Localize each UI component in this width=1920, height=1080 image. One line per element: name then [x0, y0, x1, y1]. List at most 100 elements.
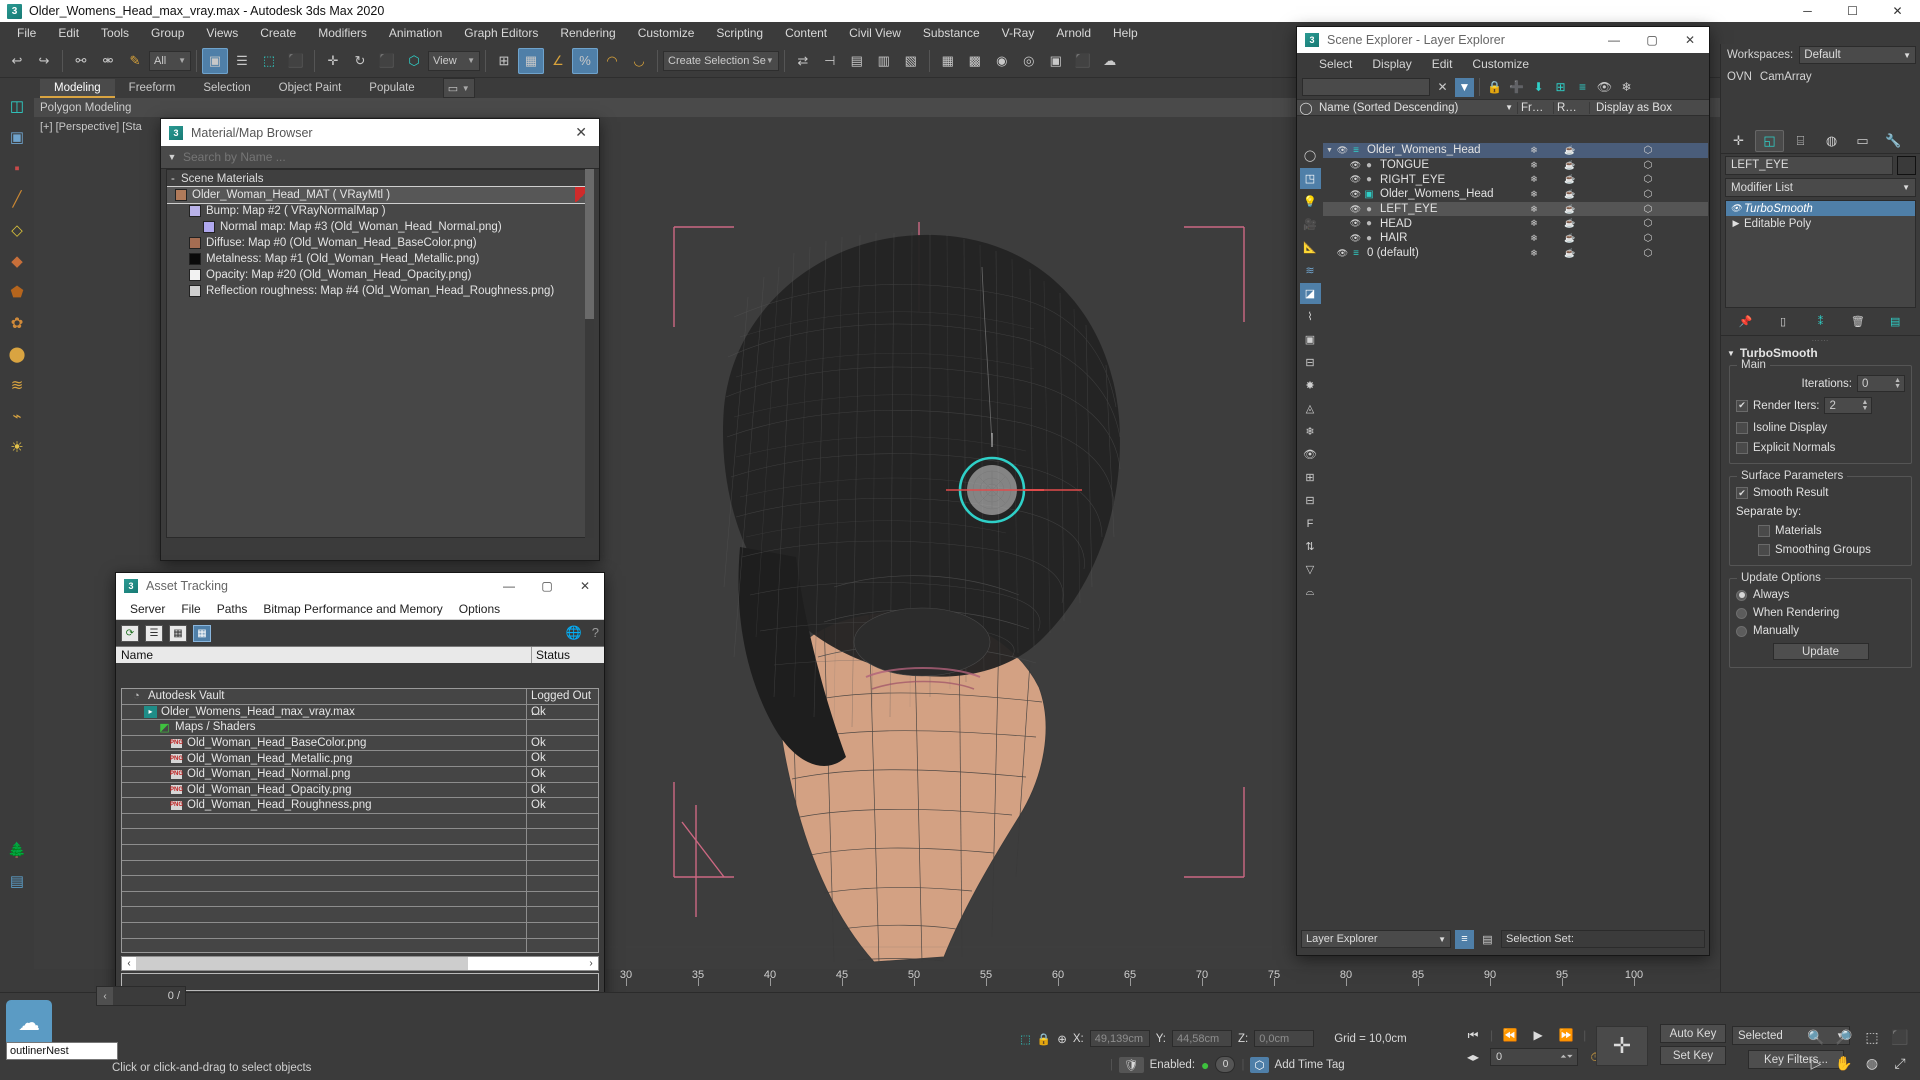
absolute-mode-icon[interactable]: ⊕ [1057, 1032, 1067, 1046]
configure-sets-icon[interactable]: ▤ [1886, 313, 1904, 331]
ribbon-tab-selection[interactable]: Selection [189, 79, 264, 98]
element-icon[interactable]: ⬟ [3, 278, 31, 306]
eye-icon[interactable]: 👁 [1349, 233, 1362, 244]
close-button[interactable]: ✕ [1875, 0, 1920, 22]
rotate-icon[interactable]: ↻ [347, 48, 373, 74]
geometry-filter-icon[interactable]: ◳ [1299, 168, 1321, 189]
prev-frame-icon[interactable]: ‹ [97, 987, 113, 1005]
display-as-box-icon[interactable]: ⬡ [1588, 145, 1708, 156]
maximize-viewport-icon[interactable]: ⤢ [1886, 1050, 1914, 1076]
menu-customize[interactable]: Customize [627, 22, 706, 44]
select-link-icon[interactable]: ⚯ [68, 48, 94, 74]
table-row[interactable]: PNG Old_Woman_Head_Normal.png Ok [122, 766, 598, 783]
frozen-icon[interactable]: ❄ [1516, 204, 1552, 215]
column-display-as-box[interactable]: Display as Box [1589, 101, 1709, 114]
menu-substance[interactable]: Substance [912, 22, 991, 44]
table-row[interactable]: PNG Old_Woman_Head_Roughness.png Ok [122, 798, 598, 814]
autodesk-cloud-icon[interactable]: ☁ [6, 1000, 52, 1046]
pan-icon[interactable]: ✋ [1830, 1050, 1858, 1076]
display-as-box-icon[interactable]: ⬡ [1588, 218, 1708, 229]
next-frame-icon[interactable]: ⏩ [1555, 1026, 1577, 1044]
material-editor-icon[interactable]: ◉ [989, 48, 1015, 74]
scene-menu-edit[interactable]: Edit [1422, 57, 1463, 71]
ref-coord-icon[interactable]: ⬡ [401, 48, 427, 74]
renderable-icon[interactable]: ☕ [1552, 160, 1588, 171]
material-row[interactable]: Diffuse: Map #0 (Old_Woman_Head_BaseColo… [167, 235, 593, 251]
scrollbar-thumb[interactable] [136, 957, 468, 970]
spinner-down-icon[interactable]: ▼ [1862, 405, 1869, 412]
update-always-radio[interactable] [1736, 589, 1747, 601]
layers-icon[interactable]: ≡ [1573, 78, 1592, 97]
menu-create[interactable]: Create [249, 22, 307, 44]
material-row[interactable]: Reflection roughness: Map #4 (Old_Woman_… [167, 283, 593, 299]
material-row[interactable]: Older_Woman_Head_MAT ( VRayMtl ) [167, 186, 593, 204]
maximize-button[interactable]: ▢ [528, 573, 566, 599]
material-row[interactable]: Normal map: Map #3 (Old_Woman_Head_Norma… [167, 219, 593, 235]
rect-select-icon[interactable]: ⬚ [256, 48, 282, 74]
display-as-box-icon[interactable]: ⬡ [1588, 204, 1708, 215]
update-when-rendering-radio[interactable] [1736, 607, 1747, 619]
select-all-icon[interactable]: ◯ [1300, 145, 1321, 166]
chevron-down-icon[interactable]: ▼ [161, 152, 183, 162]
ribbon-tab-object-paint[interactable]: Object Paint [265, 79, 356, 98]
layer-explorer-dropdown[interactable]: Layer Explorer ▼ [1301, 930, 1451, 948]
menu-rendering[interactable]: Rendering [549, 22, 626, 44]
smoothing-groups-checkbox[interactable] [1758, 544, 1770, 556]
curve-editor-icon[interactable]: ▧ [898, 48, 924, 74]
material-row[interactable]: Metalness: Map #1 (Old_Woman_Head_Metall… [167, 251, 593, 267]
bake-icon[interactable]: ⬤ [3, 340, 31, 368]
select-by-name-icon[interactable]: ☰ [229, 48, 255, 74]
eye-icon[interactable]: 👁 [1349, 218, 1362, 229]
scene-materials-group[interactable]: - Scene Materials [167, 170, 593, 187]
timeline-ruler[interactable]: 30 35 40 45 50 55 60 65 70 75 80 85 90 9… [34, 969, 1720, 992]
material-filter-icon[interactable]: ◪ [1299, 283, 1321, 304]
layer-view-toggle-icon[interactable]: ≡ [1455, 929, 1474, 949]
close-icon[interactable]: ✕ [575, 124, 587, 141]
frozen-icon[interactable]: ❄ [1516, 189, 1552, 200]
renderable-icon[interactable]: ☕ [1552, 218, 1588, 229]
material-map-browser-window[interactable]: 3 Material/Map Browser ✕ ▼ - Scene Mater… [160, 118, 600, 561]
helper-filter-icon[interactable]: 📐 [1300, 237, 1321, 258]
helper-icon[interactable]: ⌁ [3, 402, 31, 430]
zoom-all-icon[interactable]: 🔎 [1830, 1024, 1858, 1050]
asset-menu-server[interactable]: Server [122, 602, 173, 616]
field-of-view-icon[interactable]: ▷ [1802, 1050, 1830, 1076]
table-row[interactable]: PNG Old_Woman_Head_Opacity.png Ok [122, 782, 598, 799]
update-button[interactable]: Update [1772, 643, 1869, 660]
table-row[interactable]: ▸ Older_Womens_Head_max_vray.max Ok [122, 704, 598, 721]
material-search-input[interactable] [183, 150, 599, 164]
expand-chevron-icon[interactable]: ▶ [1728, 218, 1744, 229]
show-end-result-icon[interactable]: ▯ [1774, 313, 1792, 331]
remove-modifier-icon[interactable]: 🗑 [1849, 313, 1867, 331]
fence-select-icon[interactable]: ⬛ [283, 48, 309, 74]
tree-row-object-selected[interactable]: 👁 ● LEFT_EYE ❄ ☕ ⬡ [1323, 201, 1708, 217]
angle-snap-icon[interactable]: ∠ [545, 48, 571, 74]
eye-icon[interactable]: 👁 [1349, 160, 1362, 171]
bracket-icon[interactable]: ⌓ [1300, 582, 1321, 603]
modifier-stack[interactable]: 👁 TurboSmooth ▶ Editable Poly [1725, 200, 1916, 308]
isoline-row[interactable]: Isoline Display [1736, 420, 1905, 436]
asset-menu-file[interactable]: File [173, 602, 208, 616]
render-production-icon[interactable]: ⬛ [1070, 48, 1096, 74]
menu-arnold[interactable]: Arnold [1045, 22, 1102, 44]
scene-explorer-window[interactable]: 3 Scene Explorer - Layer Explorer — ▢ ✕ … [1296, 26, 1710, 956]
menu-civil-view[interactable]: Civil View [838, 22, 912, 44]
xref-filter-icon[interactable]: ⊟ [1300, 352, 1321, 373]
spacewarp-filter-icon[interactable]: ≋ [1300, 260, 1321, 281]
refresh-icon[interactable]: ⟳ [121, 624, 139, 642]
bind-space-warp-icon[interactable]: ✎ [122, 48, 148, 74]
column-frozen[interactable]: Fr… [1517, 101, 1553, 114]
hierarchy-tab[interactable]: ⌸ [1786, 130, 1815, 152]
asset-tracking-window[interactable]: 3 Asset Tracking — ▢ ✕ Server File Paths… [115, 572, 605, 1000]
bone-filter-icon[interactable]: ⌇ [1300, 306, 1321, 327]
pin-stack-icon[interactable]: 📌 [1737, 313, 1755, 331]
vertex-icon[interactable]: ▪ [3, 154, 31, 182]
workspaces-dropdown[interactable]: Default ▼ [1799, 46, 1916, 64]
scene-menu-display[interactable]: Display [1362, 57, 1421, 71]
eye-icon[interactable]: 👁 [1336, 248, 1349, 259]
display-as-box-icon[interactable]: ⬡ [1588, 174, 1708, 185]
modifier-stack-item-turbosmooth[interactable]: 👁 TurboSmooth [1726, 201, 1915, 216]
render-setup-icon[interactable]: ◎ [1016, 48, 1042, 74]
hide-icon[interactable]: 👁 [1595, 78, 1614, 97]
table-row[interactable]: PNG Old_Woman_Head_BaseColor.png Ok [122, 735, 598, 752]
